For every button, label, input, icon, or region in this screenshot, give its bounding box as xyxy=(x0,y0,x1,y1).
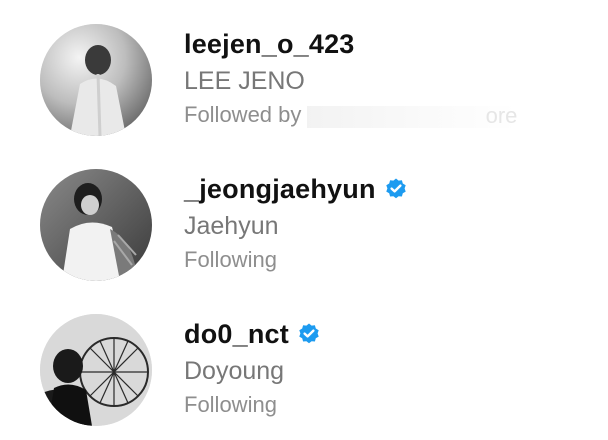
avatar[interactable] xyxy=(40,169,152,281)
account-list: leejen_o_423 LEE JENO Followed by ore _j… xyxy=(0,0,608,430)
account-row[interactable]: _jeongjaehyun Jaehyun Following xyxy=(0,155,608,295)
full-name: Doyoung xyxy=(184,357,285,385)
follow-status: Followed by ore xyxy=(184,98,584,130)
redacted-area: ore xyxy=(307,102,518,130)
verified-badge-icon xyxy=(384,177,408,201)
full-name: LEE JENO xyxy=(184,67,305,95)
username[interactable]: leejen_o_423 xyxy=(184,29,355,60)
redacted-tail-text: ore xyxy=(485,103,518,129)
follow-status: Following xyxy=(184,392,277,417)
account-row[interactable]: leejen_o_423 LEE JENO Followed by ore xyxy=(0,10,608,150)
profile-photo-icon xyxy=(40,314,152,426)
username[interactable]: do0_nct xyxy=(184,319,289,350)
account-row[interactable]: do0_nct Doyoung Following xyxy=(0,300,608,440)
avatar[interactable] xyxy=(40,24,152,136)
verified-badge-icon xyxy=(297,322,321,346)
follow-status: Following xyxy=(184,247,277,272)
follow-status-text: Followed by xyxy=(184,102,302,127)
username[interactable]: _jeongjaehyun xyxy=(184,174,376,205)
avatar[interactable] xyxy=(40,314,152,426)
profile-photo-icon xyxy=(40,169,152,281)
profile-photo-icon xyxy=(40,24,152,136)
full-name: Jaehyun xyxy=(184,212,279,240)
